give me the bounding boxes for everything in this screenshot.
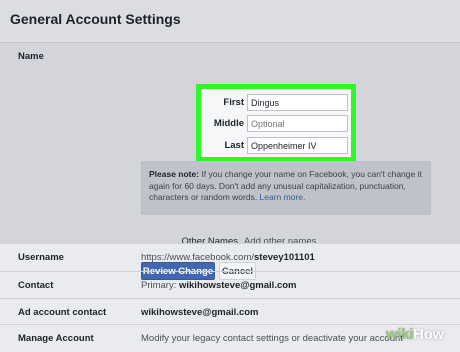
ad-account-contact-label: Ad account contact	[18, 307, 107, 318]
contact-value: Primary: wikihowsteve@gmail.com	[141, 280, 297, 291]
name-fields-highlight: First Middle Last	[196, 84, 356, 162]
settings-header: General Account Settings	[0, 0, 460, 43]
wikihow-watermark: wikiHow	[386, 326, 444, 343]
first-name-row: First	[201, 94, 351, 111]
last-name-label: Last	[224, 140, 244, 151]
middle-name-input[interactable]	[247, 115, 348, 132]
middle-name-label: Middle	[213, 118, 244, 129]
learn-more-link[interactable]: Learn more.	[260, 192, 306, 202]
last-name-input[interactable]	[247, 137, 348, 154]
first-name-input[interactable]	[247, 94, 348, 111]
settings-row-username[interactable]: Username https://www.facebook.com/stevey…	[0, 243, 460, 271]
first-name-label: First	[223, 97, 244, 108]
middle-name-row: Middle	[201, 115, 351, 132]
note-bold: Please note:	[149, 169, 200, 179]
name-section-label: Name	[18, 51, 44, 62]
page-title: General Account Settings	[10, 11, 181, 27]
manage-account-value: Modify your legacy contact settings or d…	[141, 333, 403, 344]
username-value: https://www.facebook.com/stevey101101	[141, 252, 315, 263]
name-section: Name First Middle Last Please note: If y…	[0, 43, 460, 280]
settings-row-contact[interactable]: Contact Primary: wikihowsteve@gmail.com	[0, 271, 460, 299]
ad-account-contact-value: wikihowsteve@gmail.com	[141, 307, 259, 318]
settings-row-ad-account-contact[interactable]: Ad account contact wikihowsteve@gmail.co…	[0, 298, 460, 326]
username-label: Username	[18, 252, 64, 263]
contact-label: Contact	[18, 280, 54, 291]
manage-account-label: Manage Account	[18, 333, 94, 344]
last-name-row: Last	[201, 137, 351, 154]
name-change-note: Please note: If you change your name on …	[141, 161, 431, 215]
